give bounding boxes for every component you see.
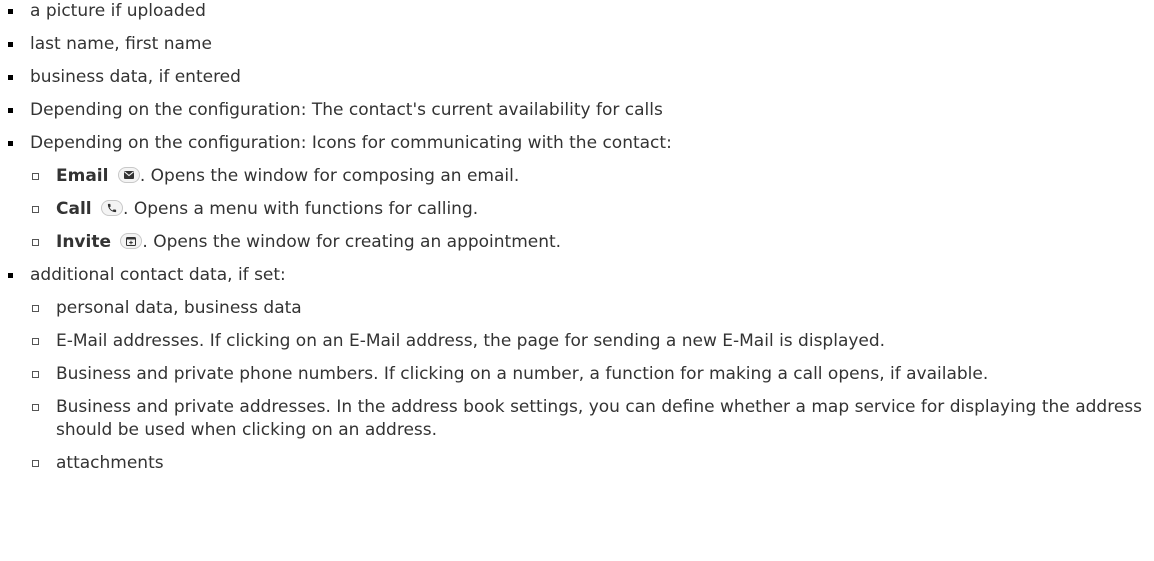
sublist-item-email-addresses: E-Mail addresses. If clicking on an E-Ma… [30,330,1142,353]
sublist-item-text: E-Mail addresses. If clicking on an E-Ma… [56,331,886,351]
communication-icons-sublist: Email . Opens the window for composing a… [30,165,1154,254]
list-item-text: additional contact data, if set: [30,265,286,285]
list-item-text: Depending on the configuration: Icons fo… [30,133,672,153]
additional-data-sublist: personal data, business data E-Mail addr… [30,297,1154,475]
sublist-item-text: personal data, business data [56,298,302,318]
sublist-item-text: attachments [56,453,164,473]
sublist-item-call: Call . Opens a menu with functions for c… [30,198,1142,221]
document-body: a picture if uploaded last name, first n… [0,0,1154,485]
sublist-item-addresses: Business and private addresses. In the a… [30,396,1142,442]
list-item-availability: Depending on the configuration: The cont… [0,99,1154,122]
list-item-picture: a picture if uploaded [0,0,1154,23]
list-item-name: last name, first name [0,33,1154,56]
list-item-text: a picture if uploaded [30,1,206,21]
list-item-text: business data, if entered [30,67,241,87]
email-term: Email [56,166,109,186]
sublist-item-text: Business and private addresses. In the a… [56,397,1142,440]
sublist-item-text: Business and private phone numbers. If c… [56,364,989,384]
sublist-item-phone-numbers: Business and private phone numbers. If c… [30,363,1142,386]
sublist-item-attachments: attachments [30,452,1142,475]
invite-term: Invite [56,232,111,252]
list-item-text: last name, first name [30,34,212,54]
sublist-item-personal-data: personal data, business data [30,297,1142,320]
email-description: . Opens the window for composing an emai… [139,166,520,186]
calendar-icon [120,233,143,249]
phone-icon [101,200,124,216]
list-item-text: Depending on the configuration: The cont… [30,100,663,120]
list-item-additional-data: additional contact data, if set: persona… [0,264,1154,475]
list-item-communication-icons: Depending on the configuration: Icons fo… [0,132,1154,254]
call-description: . Opens a menu with functions for callin… [123,199,479,219]
list-item-business-data: business data, if entered [0,66,1154,89]
call-term: Call [56,199,92,219]
contact-details-list: a picture if uploaded last name, first n… [0,0,1154,475]
sublist-item-email: Email . Opens the window for composing a… [30,165,1142,188]
envelope-icon [117,167,140,183]
sublist-item-invite: Invite . Opens the window for creating a… [30,231,1142,254]
invite-description: . Opens the window for creating an appoi… [142,232,562,252]
